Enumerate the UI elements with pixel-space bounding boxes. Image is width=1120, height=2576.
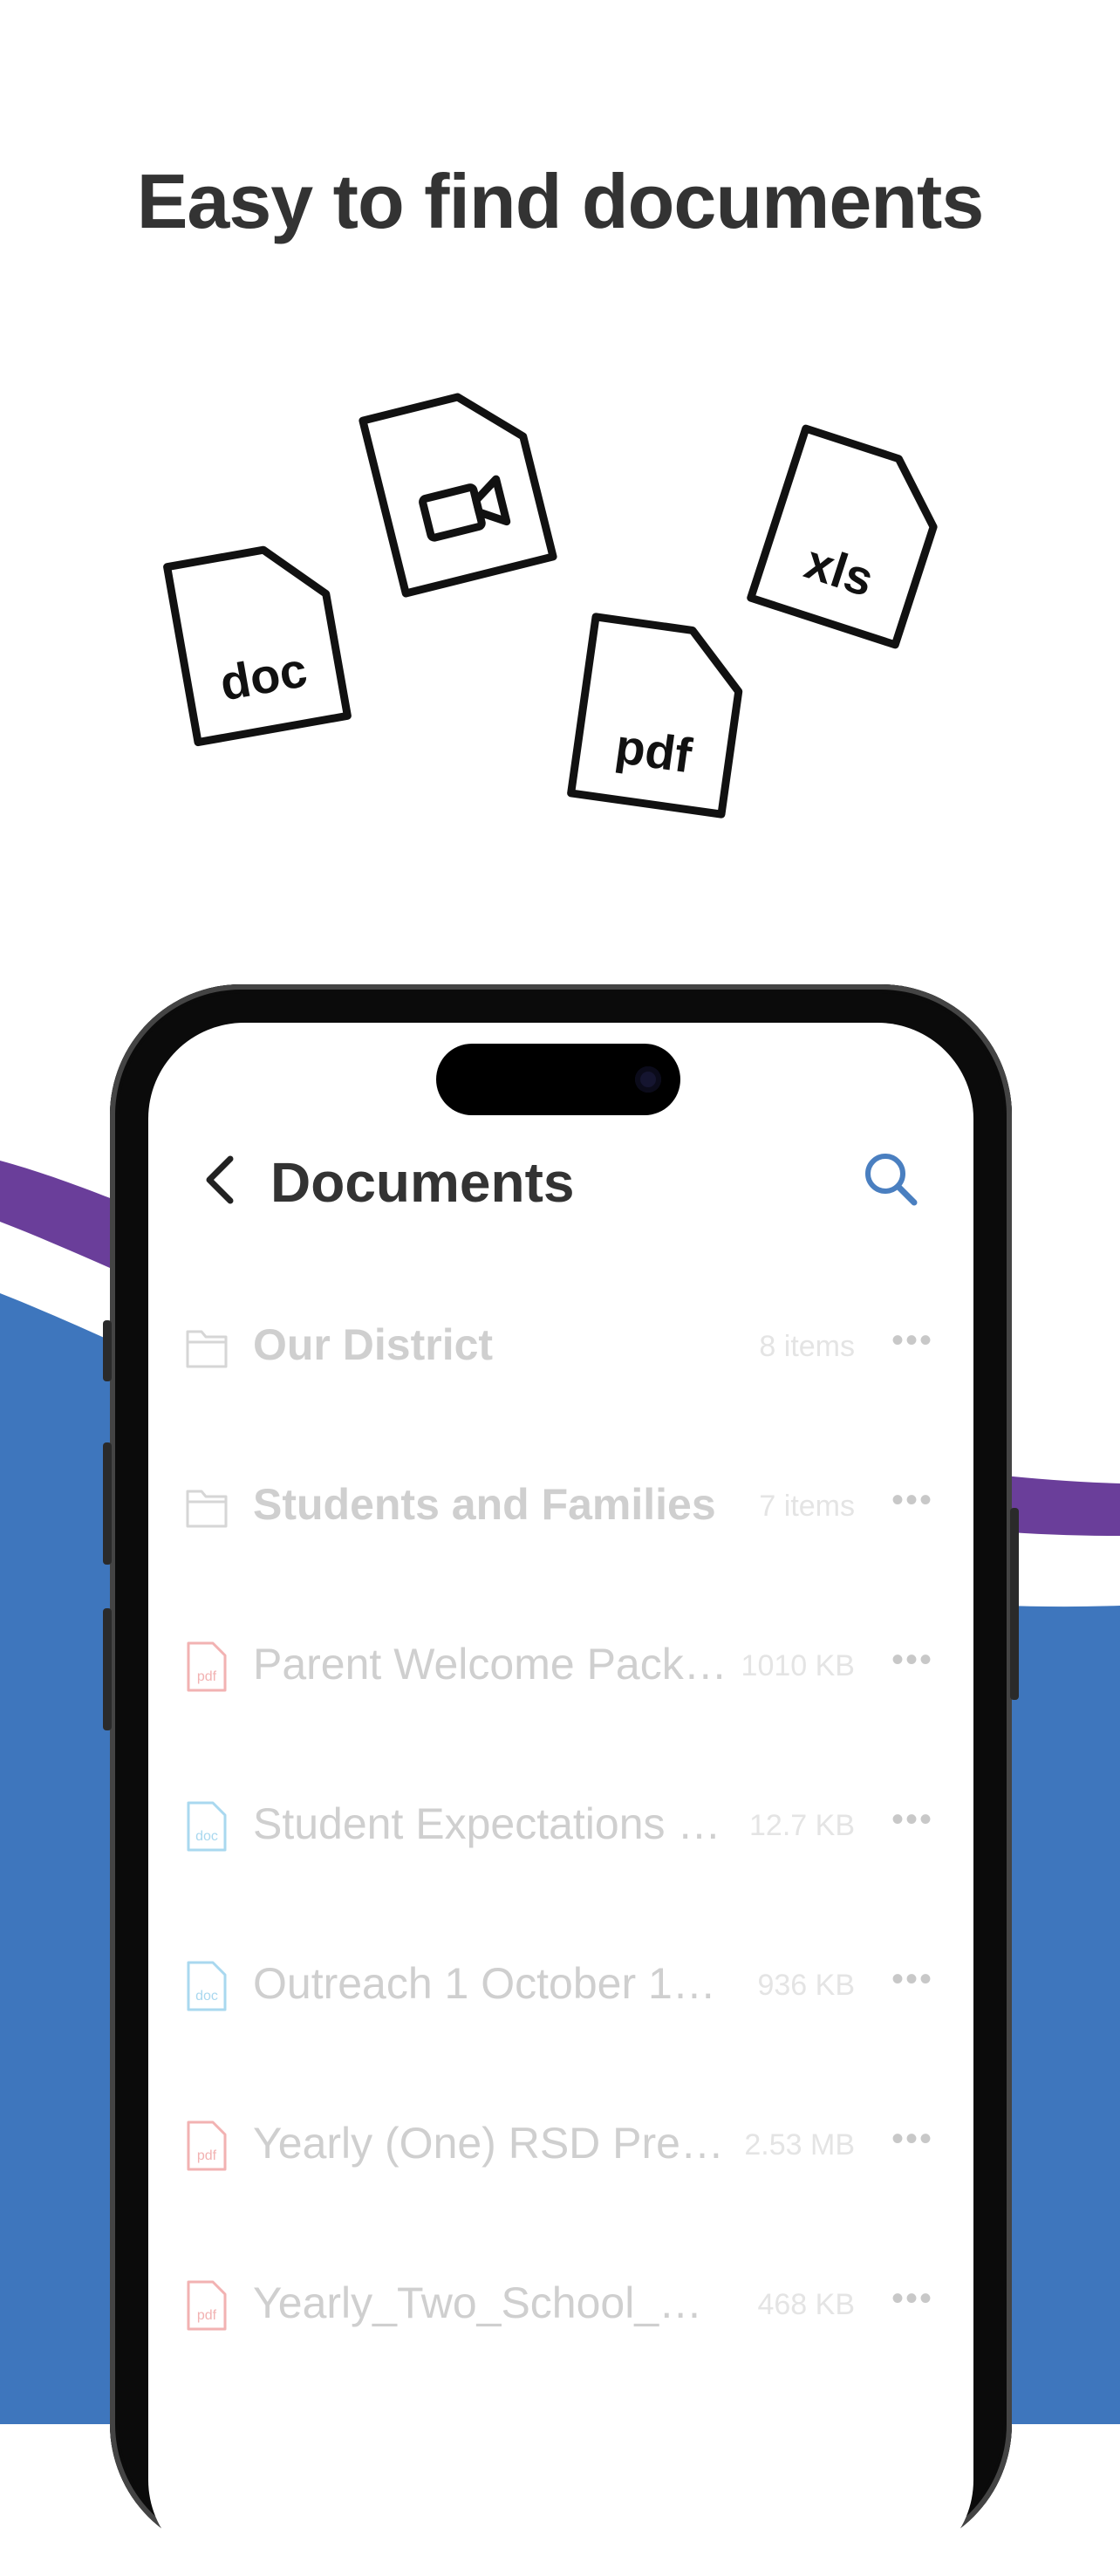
list-item[interactable]: Our District 8 items •••: [148, 1267, 973, 1427]
doc-icon: doc: [187, 1801, 227, 1852]
svg-text:doc: doc: [195, 1989, 218, 2004]
chevron-left-icon: [206, 1155, 234, 1204]
list-item[interactable]: pdf Yearly (One) RSD Pre K Appl... 2.53 …: [148, 2066, 973, 2225]
pdf-icon: pdf: [187, 2120, 227, 2171]
headline: Easy to find documents: [136, 158, 985, 244]
phone-frame: Documents Our District 8 items ••• Stude…: [103, 984, 1019, 2576]
pdf-icon: pdf: [187, 2280, 227, 2331]
more-icon[interactable]: •••: [891, 1960, 933, 1999]
page-title: Documents: [270, 1151, 575, 1214]
item-meta: 12.7 KB: [749, 1809, 855, 1842]
item-meta: 468 KB: [757, 2288, 855, 2321]
list-item[interactable]: Students and Families 7 items •••: [148, 1427, 973, 1586]
doc-icon: doc: [187, 1961, 227, 2011]
documents-list: Our District 8 items ••• Students and Fa…: [148, 1267, 973, 2385]
phone-volume-up: [103, 1442, 112, 1565]
more-icon[interactable]: •••: [891, 1641, 933, 1680]
phone-side-button: [103, 1320, 112, 1381]
item-name: Students and Families: [253, 1480, 716, 1529]
search-button[interactable]: [860, 1148, 921, 1209]
svg-text:pdf: pdf: [197, 2148, 217, 2163]
more-icon[interactable]: •••: [891, 1481, 933, 1520]
item-meta: 2.53 MB: [744, 2128, 855, 2162]
item-name: Yearly_Two_School_Calenda...: [253, 2278, 733, 2327]
item-name: Student Expectations for...: [253, 1799, 733, 1848]
item-name: Outreach 1 October 17th.doc: [253, 1959, 733, 2008]
camera-icon: [635, 1066, 661, 1093]
more-icon[interactable]: •••: [891, 2279, 933, 2319]
doc-file-icon: doc: [159, 532, 355, 750]
item-name: Our District: [253, 1320, 494, 1369]
phone-power-button: [1010, 1508, 1019, 1700]
phone-volume-down: [103, 1608, 112, 1730]
item-meta: 936 KB: [757, 1969, 855, 2002]
list-item[interactable]: doc Outreach 1 October 17th.doc 936 KB •…: [148, 1906, 973, 2066]
list-item[interactable]: pdf Parent Welcome Packet.pdf 1010 KB ••…: [148, 1586, 973, 1746]
search-icon: [865, 1154, 918, 1206]
more-icon[interactable]: •••: [891, 1800, 933, 1840]
list-item[interactable]: doc Student Expectations for... 12.7 KB …: [148, 1746, 973, 1906]
list-item[interactable]: pdf Yearly_Two_School_Calenda... 468 KB …: [148, 2225, 973, 2385]
folder-icon: [186, 1490, 228, 1528]
item-name: Yearly (One) RSD Pre K Appl...: [253, 2119, 733, 2168]
item-name: Parent Welcome Packet.pdf: [253, 1640, 733, 1689]
svg-text:pdf: pdf: [197, 1669, 217, 1684]
app-screen: Documents Our District 8 items ••• Stude…: [148, 1023, 973, 2576]
nav-bar: Documents: [148, 1127, 973, 1232]
xls-file-icon: xls: [742, 420, 960, 654]
more-icon[interactable]: •••: [891, 1321, 933, 1360]
svg-text:pdf: pdf: [197, 2308, 217, 2323]
item-meta: 7 items: [759, 1490, 855, 1523]
dynamic-island: [436, 1044, 680, 1115]
more-icon[interactable]: •••: [891, 2120, 933, 2159]
item-meta: 1010 KB: [741, 1649, 855, 1682]
video-file-icon: [354, 375, 562, 601]
folder-icon: [186, 1330, 228, 1368]
svg-text:doc: doc: [195, 1829, 218, 1844]
back-button[interactable]: [195, 1152, 248, 1208]
item-meta: 8 items: [759, 1330, 855, 1363]
pdf-file-icon: pdf: [563, 609, 755, 822]
pdf-icon: pdf: [187, 1641, 227, 1692]
